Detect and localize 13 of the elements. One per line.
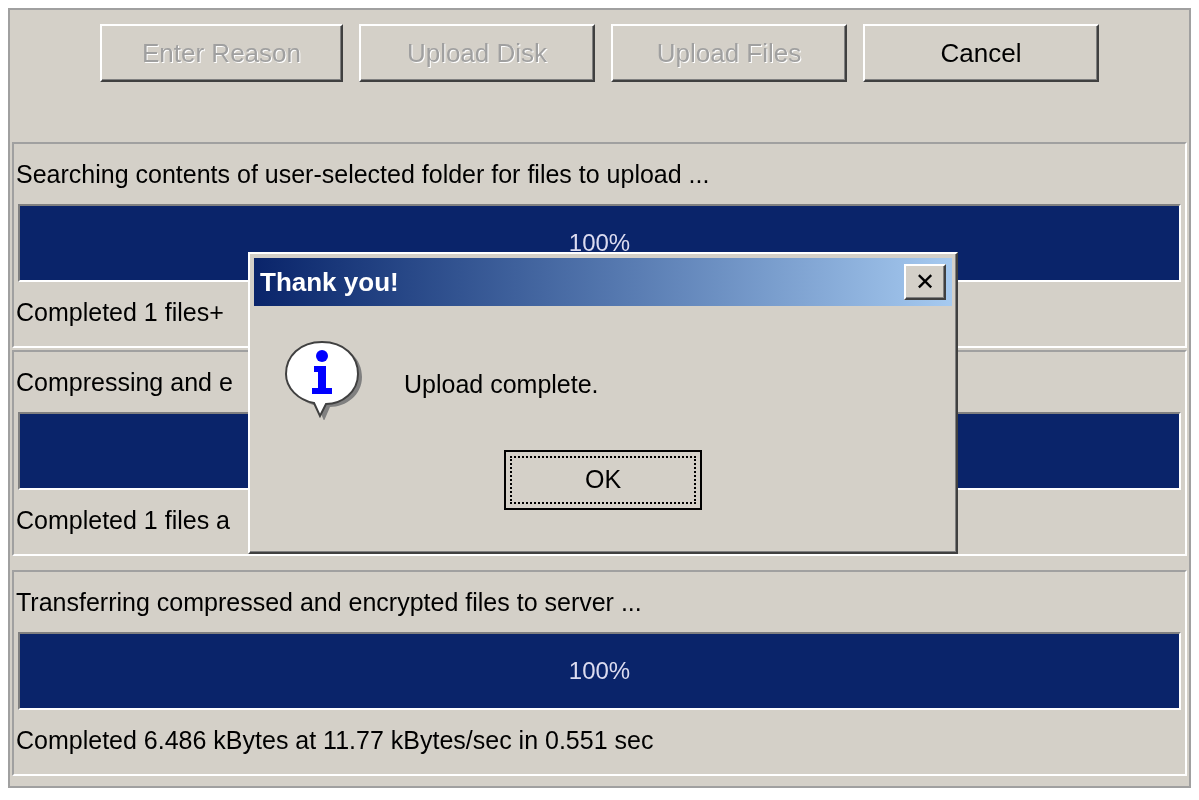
close-button[interactable]: ✕ [904, 264, 946, 300]
stage-title: Transferring compressed and encrypted files to server ... [15, 587, 643, 618]
dialog-title: Thank you! [260, 265, 399, 299]
ok-button[interactable]: OK [504, 450, 702, 510]
stage-title: Searching contents of user-selected folder for files to upload ... [15, 159, 711, 190]
toolbar-button[interactable]: Cancel [863, 24, 1099, 82]
progress-label: 100% [567, 656, 632, 686]
stage-status: Completed 1 files+ [15, 297, 225, 328]
stage-title: Compressing and e [15, 367, 234, 398]
progress-label: 100% [567, 228, 632, 258]
stage-status: Completed 6.486 kBytes at 11.77 kBytes/sec in 0.551 sec [15, 725, 655, 756]
stage-status: Completed 1 files a [15, 505, 231, 536]
dialog-message: Upload complete. [404, 369, 599, 400]
